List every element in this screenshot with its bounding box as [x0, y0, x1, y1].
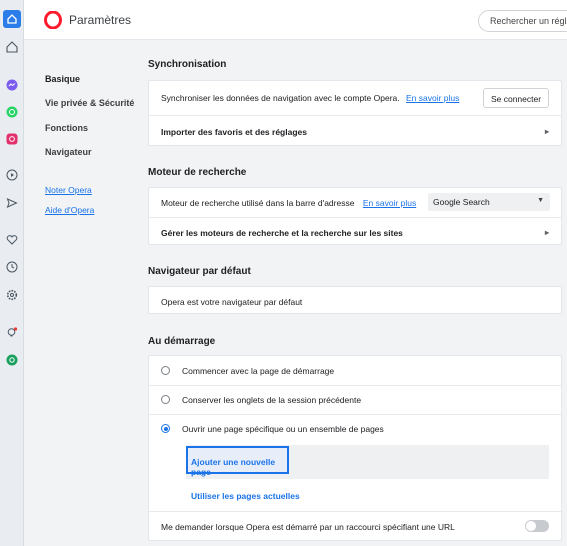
player-icon[interactable] — [3, 166, 21, 184]
header: Paramètres Rechercher un réglage — [24, 0, 567, 40]
lightbulb-icon[interactable] — [3, 324, 21, 342]
section-title-sync: Synchronisation — [148, 59, 227, 70]
divider — [149, 217, 561, 218]
divider — [149, 115, 561, 116]
startup-card: Commencer avec la page de démarrage Cons… — [148, 355, 562, 541]
history-icon[interactable] — [3, 258, 21, 276]
default-browser-text: Opera est votre navigateur par défaut — [161, 297, 303, 307]
heart-icon[interactable] — [3, 231, 21, 249]
startup-option-label: Conserver les onglets de la session préc… — [182, 395, 362, 405]
sync-text: Synchroniser les données de navigation a… — [161, 93, 400, 103]
section-title-startup: Au démarrage — [148, 336, 216, 347]
send-icon[interactable] — [3, 194, 21, 212]
add-new-page-button[interactable]: Ajouter une nouvelle page — [186, 446, 289, 477]
chevron-right-icon: ▸ — [544, 127, 549, 136]
section-title-default-browser: Navigateur par défaut — [148, 266, 251, 277]
search-engine-learn-more-link[interactable]: En savoir plus — [363, 198, 416, 208]
search-settings-input[interactable]: Rechercher un réglage — [478, 10, 567, 32]
use-current-pages-link[interactable]: Utiliser les pages actuelles — [191, 491, 300, 501]
dropdown-arrow-icon: ▼ — [537, 197, 544, 204]
section-title-search-engine: Moteur de recherche — [148, 167, 247, 178]
startup-option-label: Ouvrir une page spécifique ou un ensembl… — [182, 424, 384, 434]
search-engine-select[interactable]: Google Search ▼ — [428, 193, 550, 211]
vpn-icon[interactable] — [3, 351, 21, 369]
divider — [149, 385, 561, 386]
import-bookmarks-row[interactable]: Importer des favoris et des réglages ▸ — [149, 127, 561, 137]
speed-dial-icon[interactable] — [3, 38, 21, 56]
rate-opera-link[interactable]: Noter Opera — [45, 185, 92, 195]
settings-icon[interactable] — [3, 286, 21, 304]
sidebar — [0, 0, 24, 546]
divider — [149, 511, 561, 512]
ask-on-url-shortcut-toggle[interactable] — [525, 520, 549, 532]
messenger-icon[interactable] — [3, 76, 21, 94]
search-engine-text: Moteur de recherche utilisé dans la barr… — [161, 198, 355, 208]
default-browser-card: Opera est votre navigateur par défaut — [148, 286, 562, 314]
nav-item-privacy[interactable]: Vie privée & Sécurité — [45, 98, 134, 108]
divider — [149, 414, 561, 415]
sync-learn-more-link[interactable]: En savoir plus — [406, 93, 459, 103]
manage-search-engines-label: Gérer les moteurs de recherche et la rec… — [161, 228, 403, 238]
sync-card: Synchroniser les données de navigation a… — [148, 80, 562, 146]
ask-on-url-shortcut-label: Me demander lorsque Opera est démarré pa… — [161, 522, 455, 532]
connect-button[interactable]: Se connecter — [483, 88, 549, 108]
manage-search-engines-row[interactable]: Gérer les moteurs de recherche et la rec… — [149, 228, 561, 238]
instagram-icon[interactable] — [3, 130, 21, 148]
opera-help-link[interactable]: Aide d'Opera — [45, 205, 94, 215]
home-icon[interactable] — [3, 10, 21, 28]
nav-item-fonctions[interactable]: Fonctions — [45, 123, 88, 133]
nav-item-basique[interactable]: Basique — [45, 74, 80, 84]
page-title: Paramètres — [69, 13, 132, 27]
search-engine-select-value: Google Search — [433, 197, 490, 207]
opera-logo-icon — [44, 10, 62, 30]
whatsapp-icon[interactable] — [3, 103, 21, 121]
chevron-right-icon: ▸ — [544, 228, 549, 237]
nav-item-navigateur[interactable]: Navigateur — [45, 147, 92, 157]
search-engine-card: Moteur de recherche utilisé dans la barr… — [148, 187, 562, 245]
import-bookmarks-label: Importer des favoris et des réglages — [161, 127, 307, 137]
startup-option-label: Commencer avec la page de démarrage — [182, 366, 335, 376]
